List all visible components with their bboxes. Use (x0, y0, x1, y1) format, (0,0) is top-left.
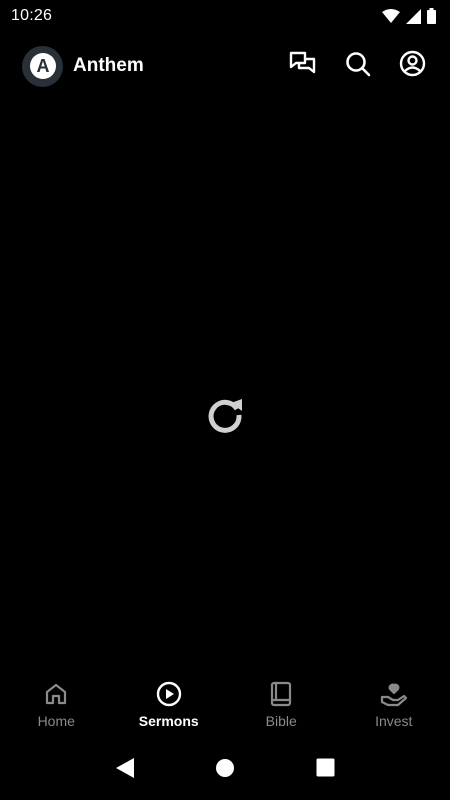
system-back-button[interactable] (105, 750, 145, 790)
nav-label-sermons: Sermons (138, 713, 199, 729)
refresh-icon (204, 393, 246, 440)
nav-label-invest: Invest (375, 713, 413, 729)
chat-icon (289, 51, 316, 81)
account-button[interactable] (397, 50, 428, 82)
home-icon (42, 680, 70, 708)
signal-icon (406, 8, 421, 24)
app-bar-actions (287, 50, 428, 82)
play-circle-icon (155, 680, 183, 708)
loading-indicator (203, 394, 247, 438)
nav-item-invest[interactable]: Invest (338, 668, 450, 740)
brand[interactable]: A Anthem (22, 45, 144, 87)
status-time: 10:26 (11, 7, 53, 24)
chat-button[interactable] (287, 51, 318, 82)
search-icon (345, 51, 371, 82)
nav-item-home[interactable]: Home (0, 668, 113, 740)
nav-label-bible: Bible (265, 713, 297, 729)
home-button-icon (215, 758, 235, 783)
logo-letter: A (36, 56, 49, 76)
wifi-icon (382, 9, 400, 23)
account-icon (399, 50, 426, 82)
book-icon (267, 680, 295, 708)
nav-item-sermons[interactable]: Sermons (113, 668, 226, 740)
bottom-nav: Home Sermons Bible Invest (0, 668, 450, 740)
hand-heart-icon (380, 680, 408, 708)
app-title: Anthem (73, 55, 144, 76)
app-logo: A (22, 45, 63, 87)
battery-icon (427, 8, 436, 24)
nav-label-home: Home (37, 713, 75, 729)
nav-item-bible[interactable]: Bible (225, 668, 338, 740)
status-bar: 10:26 (0, 0, 450, 32)
system-recents-button[interactable] (305, 750, 345, 790)
app-bar: A Anthem (0, 40, 450, 92)
system-nav-bar (0, 740, 450, 800)
back-icon (115, 757, 135, 784)
system-home-button[interactable] (205, 750, 245, 790)
recents-icon (316, 758, 335, 782)
status-icons (382, 8, 436, 24)
search-button[interactable] (342, 51, 373, 82)
